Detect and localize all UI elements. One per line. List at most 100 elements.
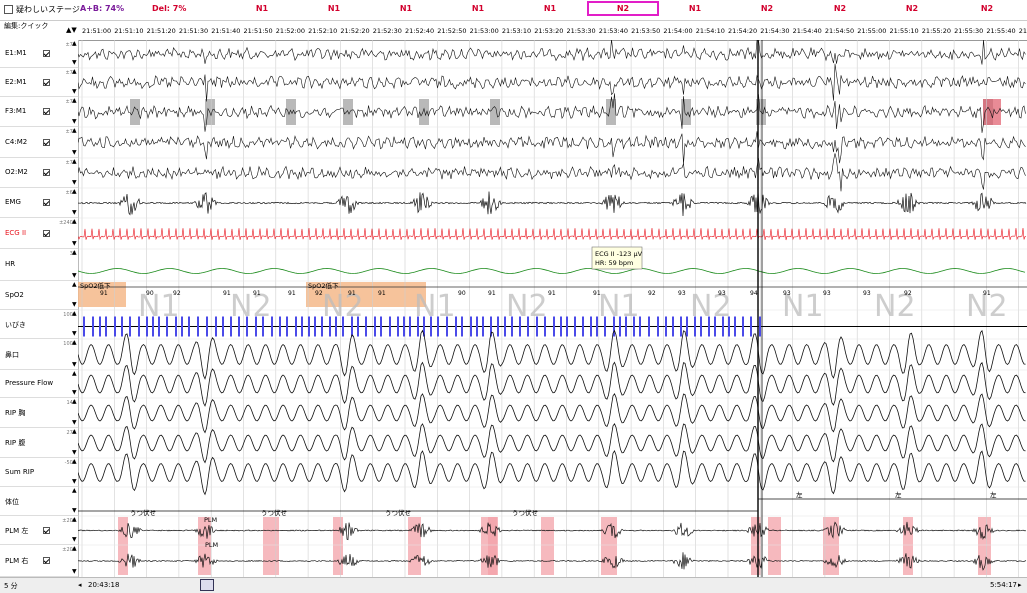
time-tick-label: 21:53:00 xyxy=(469,27,499,35)
spo2-value: 91 xyxy=(593,290,601,297)
position-label: うつ伏せ xyxy=(261,508,287,517)
time-tick-label: 21:54:10 xyxy=(695,27,725,35)
channel-name: C4:M2 xyxy=(5,137,28,146)
epoch-length[interactable]: 5 分 xyxy=(4,581,18,591)
time-tick-label: 21:54:50 xyxy=(824,27,855,35)
channel-row-13[interactable]: RIP 腹 270 ▲ ▼ xyxy=(0,428,78,458)
spo2-value: 93 xyxy=(678,290,686,297)
time-tick-label: 21:51:30 xyxy=(178,27,209,35)
channel-row-10[interactable]: 鼻口 1000 ▲ ▼ xyxy=(0,339,78,370)
channel-row-8[interactable]: SpO2 ▲ ▼ xyxy=(0,281,78,310)
stage-label-0[interactable]: N1 xyxy=(242,4,282,13)
channel-visible-checkbox[interactable] xyxy=(43,229,50,237)
channel-visible-checkbox[interactable] xyxy=(43,108,50,115)
rip-chest-trace xyxy=(78,392,1026,434)
channel-row-4[interactable]: O2:M2 ±70 ▲ ▼ xyxy=(0,158,78,188)
time-tick-label: 21:53:10 xyxy=(501,27,532,35)
position-label: 左 xyxy=(990,490,997,499)
scroll-right-icon[interactable]: ▸ xyxy=(1018,581,1022,589)
channel-row-0[interactable]: E1:M1 ±70 ▲ ▼ xyxy=(0,40,78,68)
channel-row-2[interactable]: F3:M1 ±70 ▲ ▼ xyxy=(0,97,78,127)
time-tick-label: 21:52:30 xyxy=(372,27,402,35)
selected-epoch-marker[interactable] xyxy=(587,1,659,16)
stage-watermark: N2 xyxy=(230,289,272,324)
channel-row-3[interactable]: C4:M2 ±70 ▲ ▼ xyxy=(0,127,78,158)
stage-watermark: N1 xyxy=(598,289,640,324)
channel-row-9[interactable]: いびき 1000 ▲ ▼ xyxy=(0,310,78,339)
time-tick-label: 21:55:50 xyxy=(1018,27,1027,35)
spo2-value: 91 xyxy=(983,290,991,297)
channel-row-1[interactable]: E2:M1 ±70 ▲ ▼ xyxy=(0,68,78,97)
psg-viewer: 疑わしいステージ A+B: 74% Del: 7% N1 N1 N1 N1 N1 N2 N1… xyxy=(0,0,1027,593)
time-tick-label: 21:51:40 xyxy=(211,27,241,35)
plm-event xyxy=(333,517,343,575)
spo2-value: 93 xyxy=(863,290,871,297)
channel-name: PLM 右 xyxy=(5,557,29,565)
channel-row-7[interactable]: HR 38 ▲ ▼ xyxy=(0,249,78,281)
channel-name: ECG II xyxy=(5,228,27,237)
time-tick-label: 21:54:20 xyxy=(728,27,758,35)
channel-visible-checkbox[interactable] xyxy=(43,199,50,206)
spo2-value: 93 xyxy=(823,290,831,297)
stage-label-1[interactable]: N1 xyxy=(314,4,354,13)
suspicious-stage-checkbox[interactable] xyxy=(4,5,13,14)
plm-event xyxy=(601,517,617,575)
channel-name: PLM 左 xyxy=(5,526,29,535)
stage-label-8[interactable]: N2 xyxy=(820,4,860,13)
rip-abdomen-trace xyxy=(78,422,1026,464)
channel-row-6[interactable]: ECG II ±2400 ▲ ▼ xyxy=(0,218,78,249)
stage-watermark: N2 xyxy=(322,289,364,324)
channel-visible-checkbox[interactable] xyxy=(43,526,50,534)
channel-name: E2:M1 xyxy=(5,77,27,86)
channel-row-11[interactable]: Pressure Flow ▲ ▼ xyxy=(0,370,78,398)
hr-trace xyxy=(78,268,1026,274)
channel-visible-checkbox[interactable] xyxy=(43,78,50,86)
del-percentage: Del: 7% xyxy=(152,4,187,13)
channel-name: RIP 胸 xyxy=(5,409,26,417)
channel-visible-checkbox[interactable] xyxy=(43,138,50,146)
stage-label-2[interactable]: N1 xyxy=(386,4,426,13)
channel-name: Pressure Flow xyxy=(5,379,54,387)
channel-visible-checkbox[interactable] xyxy=(43,50,50,57)
stage-label-7[interactable]: N2 xyxy=(747,4,787,13)
spo2-value: 94 xyxy=(750,290,758,297)
channel-name: EMG xyxy=(5,198,21,206)
stage-label-3[interactable]: N1 xyxy=(458,4,498,13)
stage-label-9[interactable]: N2 xyxy=(892,4,932,13)
channel-row-14[interactable]: Sum RIP -500 ▲ ▼ xyxy=(0,458,78,487)
ecg-tooltip: ECG II -123 μVHR: 59 bpm xyxy=(591,246,643,270)
arousal-marker xyxy=(490,99,500,125)
time-tick-label: 21:55:20 xyxy=(921,27,951,35)
ab-percentage: A+B: 74% xyxy=(80,4,125,13)
stage-label-4[interactable]: N1 xyxy=(530,4,570,13)
trace-area[interactable]: N1 N2 N2 N1 N2 N1 N2 N1 N2 N2 91 90 92 91 91 91 92 91 91 90… xyxy=(78,40,1027,577)
position-label: うつ伏せ xyxy=(385,508,411,517)
scroll-left-icon[interactable]: ◂ xyxy=(78,581,82,589)
channel-labels: E1:M1 ±70 ▲ ▼ E2:M1 ±70 ▲ ▼ F3:M1 ±70 ▲ ▼ C4:M2 ±70 ▲ ▼… xyxy=(0,40,79,577)
channel-visible-checkbox[interactable] xyxy=(43,169,50,176)
channel-row-12[interactable]: RIP 胸 148 ▲ ▼ xyxy=(0,398,78,428)
time-tick-label: 21:53:30 xyxy=(566,27,596,35)
nasal-flow-trace xyxy=(78,329,1026,380)
spo2-value: 92 xyxy=(648,290,656,297)
channel-visible-checkbox[interactable] xyxy=(43,557,50,564)
eeg-trace-1 xyxy=(78,63,1026,102)
spo2-value: 90 xyxy=(146,290,154,297)
channel-row-15[interactable]: 体位 ▲ ▼ xyxy=(0,487,78,516)
stage-label-6[interactable]: N1 xyxy=(675,4,715,13)
spo2-value: 93 xyxy=(718,290,726,297)
time-tick-label: 21:55:30 xyxy=(954,27,984,35)
timeline-scroll-thumb[interactable] xyxy=(200,579,214,591)
time-tick-label: 21:54:40 xyxy=(792,27,822,35)
trace-canvas: N1 N2 N2 N1 N2 N1 N2 N1 N2 N291 90 92 91 91 91 92 91 91 90… xyxy=(78,40,1027,577)
axis-sort-arrows[interactable]: ▲▼ xyxy=(66,26,77,34)
time-tick-label: 21:53:20 xyxy=(534,27,564,35)
channel-row-16[interactable]: PLM 左 ±200 ▲ ▼ xyxy=(0,516,78,545)
stage-label-10[interactable]: N2 xyxy=(967,4,1007,13)
plm-event xyxy=(118,517,128,575)
channel-row-5[interactable]: EMG ±60 ▲ ▼ xyxy=(0,188,78,218)
channel-row-17[interactable]: PLM 右 ±200 ▲ ▼ xyxy=(0,545,78,577)
channel-name: Sum RIP xyxy=(5,467,35,476)
time-tick-label: 21:51:00 xyxy=(82,27,112,35)
time-tick-label: 21:52:40 xyxy=(405,27,435,35)
